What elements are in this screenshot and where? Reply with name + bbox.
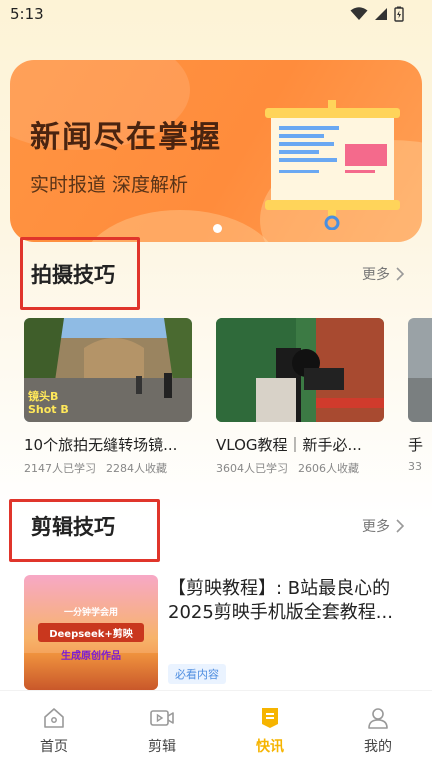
editing-card[interactable]: 一分钟学会用 Deepseek+剪映 生成原创作品 【剪映教程】: B站最良心的…	[12, 565, 418, 690]
status-icons	[350, 6, 404, 22]
favorite-count: 2284人收藏	[106, 462, 167, 475]
news-icon	[262, 708, 278, 728]
video-thumbnail: 一分钟学会用 Deepseek+剪映 生成原创作品	[24, 575, 158, 690]
video-thumbnail	[216, 318, 384, 422]
user-icon	[368, 708, 388, 729]
shooting-card[interactable]: 镜头B Shot B 10个旅拍无缝转场镜... 2147人已学习 2284人收藏	[24, 318, 194, 476]
editing-section-header: 剪辑技巧 更多	[0, 507, 432, 547]
favorite-count: 2606人收藏	[298, 462, 359, 475]
card-title: VLOG教程｜新手必...	[216, 436, 362, 454]
shooting-section-title: 拍摄技巧	[31, 263, 115, 287]
carousel-indicator	[213, 224, 222, 233]
card-title: 10个旅拍无缝转场镜...	[24, 436, 178, 454]
editing-section-title: 剪辑技巧	[31, 515, 115, 539]
bottom-nav: 首页 剪辑 快讯 我的	[0, 690, 432, 768]
nav-edit-label: 剪辑	[148, 739, 176, 755]
thumbnail-line-3: 生成原创作品	[61, 651, 121, 662]
more-label: 更多	[362, 267, 390, 283]
card-meta: 2147人已学习 2284人收藏	[24, 460, 194, 476]
thumbnail-line-2: Deepseek+剪映	[38, 623, 144, 642]
card-meta: 33	[408, 460, 432, 473]
wifi-icon	[350, 7, 368, 20]
chevron-right-icon	[396, 519, 404, 533]
nav-news-label: 快讯	[256, 739, 284, 755]
nav-home-label: 首页	[40, 739, 68, 755]
card-meta: 3604人已学习 2606人收藏	[216, 460, 386, 476]
more-label: 更多	[362, 519, 390, 535]
learner-count: 3604人已学习	[216, 462, 288, 475]
nav-mine[interactable]: 我的	[348, 706, 408, 756]
shooting-section-header: 拍摄技巧 更多	[0, 255, 432, 295]
learner-count: 2147人已学习	[24, 462, 96, 475]
card-title: 手	[408, 436, 424, 454]
shooting-cards-row: 镜头B Shot B 10个旅拍无缝转场镜... 2147人已学习 2284人收藏…	[24, 318, 432, 478]
thumbnail-line-1: 一分钟学会用	[63, 608, 118, 618]
battery-icon	[394, 6, 404, 22]
chevron-right-icon	[396, 267, 404, 281]
shooting-more-link[interactable]: 更多	[362, 264, 404, 284]
home-icon	[44, 708, 64, 728]
thumbnail-overlay-text: 镜头B Shot B	[28, 390, 69, 416]
nav-news[interactable]: 快讯	[240, 706, 300, 756]
video-thumbnail: 镜头B Shot B	[24, 318, 192, 422]
video-icon	[150, 710, 174, 726]
shooting-card[interactable]: 手 33	[408, 318, 432, 473]
editing-more-link[interactable]: 更多	[362, 516, 404, 536]
banner-title: 新闻尽在掌握	[30, 120, 222, 155]
nav-home[interactable]: 首页	[24, 706, 84, 756]
shooting-card[interactable]: VLOG教程｜新手必... 3604人已学习 2606人收藏	[216, 318, 386, 476]
signal-icon	[375, 8, 387, 20]
presentation-board-illustration	[265, 100, 400, 230]
editing-card-title: 【剪映教程】: B站最良心的2025剪映手机版全套教程...	[168, 578, 393, 623]
status-time: 5:13	[10, 5, 44, 23]
news-banner[interactable]: 新闻尽在掌握 实时报道 深度解析	[10, 60, 422, 242]
nav-mine-label: 我的	[364, 739, 392, 755]
must-see-tag: 必看内容	[168, 664, 226, 684]
learner-count: 33	[408, 460, 422, 473]
nav-edit[interactable]: 剪辑	[132, 706, 192, 756]
status-bar: 5:13	[0, 0, 432, 30]
banner-subtitle: 实时报道 深度解析	[30, 174, 189, 196]
video-thumbnail	[408, 318, 432, 422]
